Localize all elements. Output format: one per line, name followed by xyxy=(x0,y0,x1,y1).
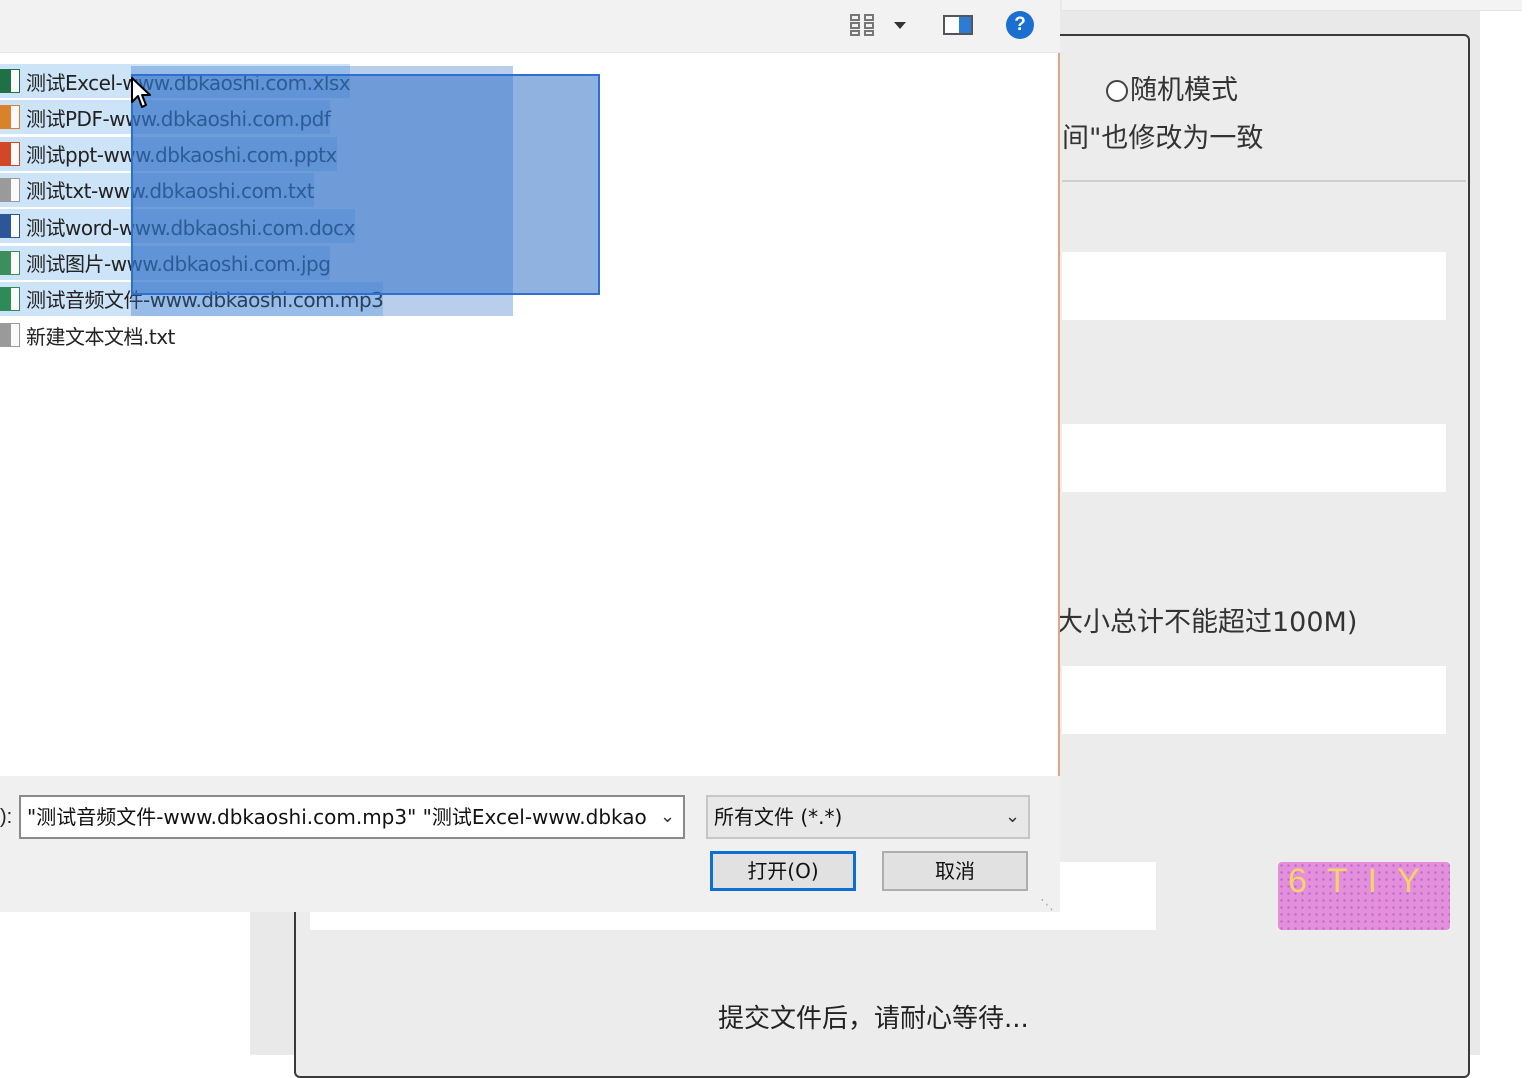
text-file-icon xyxy=(0,323,20,348)
settings-note: 间"也修改为一致 xyxy=(1062,123,1264,154)
page-top-bar xyxy=(1062,0,1522,11)
word-file-icon xyxy=(0,214,20,239)
resize-grip-icon[interactable]: ⋱ xyxy=(1040,896,1054,913)
ppt-file-icon xyxy=(0,141,20,166)
form-field-2[interactable] xyxy=(1062,424,1446,492)
filetype-chevron-icon[interactable]: ⌄ xyxy=(1005,806,1020,827)
cancel-button[interactable]: 取消 xyxy=(882,851,1028,891)
file-list-item[interactable]: 新建文本文档.txt xyxy=(0,318,175,352)
form-divider xyxy=(1062,180,1466,182)
file-upload-field[interactable] xyxy=(1062,666,1446,734)
random-mode-label: 随机模式 xyxy=(1130,75,1238,106)
filename-input[interactable]: "测试音频文件-www.dbkaoshi.com.mp3" "测试Excel-w… xyxy=(19,795,685,839)
random-mode-radio[interactable]: 随机模式 xyxy=(1106,68,1238,107)
drag-selection-rectangle xyxy=(131,74,600,295)
audio-file-icon xyxy=(0,286,20,311)
file-name-label: 新建文本文档.txt xyxy=(26,324,175,349)
upload-size-note: 大小总计不能超过100M) xyxy=(1056,607,1358,638)
captcha-image[interactable]: 6TIY xyxy=(1278,862,1450,930)
preview-pane-icon[interactable] xyxy=(940,10,976,40)
image-file-icon xyxy=(0,250,20,275)
help-glyph: ? xyxy=(1006,11,1034,39)
mouse-cursor-icon xyxy=(130,76,154,115)
text-file-icon xyxy=(0,177,20,202)
page-right-margin xyxy=(1480,0,1539,1055)
chevron-down-icon[interactable] xyxy=(888,10,912,40)
filetype-select[interactable]: 所有文件 (*.*) xyxy=(706,795,1030,839)
filename-label: ): xyxy=(0,806,13,828)
view-options-icon[interactable] xyxy=(846,10,880,40)
dialog-toolbar: ? xyxy=(0,0,1060,53)
open-button[interactable]: 打开(O) xyxy=(710,851,856,891)
filename-dropdown-chevron-icon[interactable]: ⌄ xyxy=(660,806,675,827)
wait-message: 提交文件后，请耐心等待... xyxy=(718,1004,1029,1034)
radio-circle-icon[interactable] xyxy=(1106,80,1128,102)
form-field-1[interactable] xyxy=(1062,252,1446,320)
excel-file-icon xyxy=(0,69,20,93)
pdf-file-icon xyxy=(0,105,20,130)
help-icon[interactable]: ? xyxy=(1004,10,1036,40)
